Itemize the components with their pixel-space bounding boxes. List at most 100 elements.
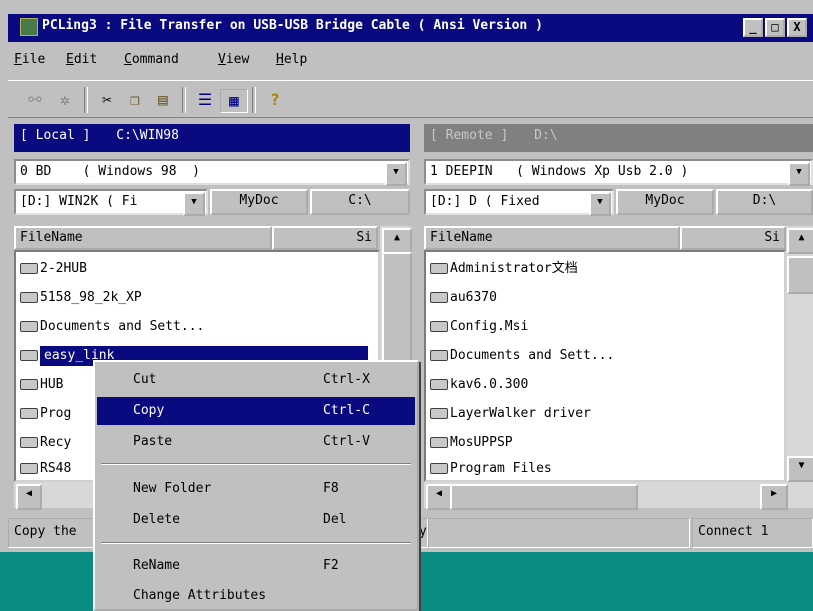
remote-computer-value: 1 DEEPIN ( Windows Xp Usb 2.0 ) xyxy=(430,164,689,179)
remote-path: D:\ xyxy=(534,128,558,143)
scroll-right-icon[interactable]: ▶ xyxy=(760,484,788,510)
scroll-thumb[interactable] xyxy=(382,252,412,366)
status-panel xyxy=(428,518,690,548)
list-item[interactable]: Documents and Sett... xyxy=(430,345,614,367)
remote-root-button[interactable]: D:\ xyxy=(716,189,813,215)
toolbar-separator xyxy=(252,87,256,113)
scroll-left-icon[interactable]: ◀ xyxy=(426,484,452,510)
list-item[interactable]: RS48 xyxy=(20,458,71,480)
drive-icon xyxy=(20,263,38,274)
local-drive-select[interactable]: [D:] WIN2K ( Fi ▼ xyxy=(14,189,208,216)
connect-icon[interactable]: ⚯ xyxy=(22,89,48,111)
close-button[interactable]: X xyxy=(787,18,807,37)
drive-icon xyxy=(430,379,448,390)
list-item[interactable]: LayerWalker driver xyxy=(430,403,591,425)
toolbar: ⚯ ✲ ✂ ❐ ▤ ☰ ▦ ? xyxy=(8,80,813,118)
scroll-up-icon[interactable]: ▲ xyxy=(382,228,412,254)
list-item[interactable]: 2-2HUB xyxy=(20,258,87,280)
paste-icon[interactable]: ▤ xyxy=(150,89,176,111)
cut-icon[interactable]: ✂ xyxy=(94,89,120,111)
local-path: C:\WIN98 xyxy=(116,128,179,143)
remote-computer-select[interactable]: 1 DEEPIN ( Windows Xp Usb 2.0 ) ▼ xyxy=(424,159,813,186)
drive-icon xyxy=(430,408,448,419)
scroll-thumb[interactable] xyxy=(450,484,638,510)
remote-file-list[interactable]: Administrator文档 au6370 Config.Msi Docume… xyxy=(424,250,786,482)
list-item[interactable]: Prog xyxy=(20,403,71,425)
local-root-button[interactable]: C:\ xyxy=(310,189,410,215)
list-item[interactable]: Documents and Sett... xyxy=(20,316,204,338)
context-menu: Cut Ctrl-X Copy Ctrl-C Paste Ctrl-V New … xyxy=(93,360,419,611)
list-view-icon[interactable]: ☰ xyxy=(192,89,218,111)
menu-file[interactable]: File xyxy=(14,52,45,67)
local-col-filename[interactable]: FileName xyxy=(14,226,272,250)
drive-icon xyxy=(430,350,448,361)
title-bar[interactable]: PCLing3 : File Transfer on USB-USB Bridg… xyxy=(8,14,813,42)
list-item[interactable]: Administrator文档 xyxy=(430,258,578,280)
menu-item-delete[interactable]: Delete Del xyxy=(97,506,415,534)
menu-command[interactable]: Command xyxy=(124,52,179,67)
drive-icon xyxy=(430,463,448,474)
app-icon[interactable] xyxy=(20,18,38,36)
drive-icon xyxy=(430,263,448,274)
settings-icon[interactable]: ✲ xyxy=(52,89,78,111)
menu-item-rename[interactable]: ReName F2 xyxy=(97,552,415,580)
chevron-down-icon[interactable]: ▼ xyxy=(385,162,407,186)
drive-icon xyxy=(430,321,448,332)
local-computer-value: 0 BD ( Windows 98 ) xyxy=(20,164,201,179)
details-view-icon[interactable]: ▦ xyxy=(220,89,248,113)
drive-icon xyxy=(20,321,38,332)
drive-icon xyxy=(430,292,448,303)
menu-help[interactable]: Help xyxy=(276,52,307,67)
menu-bar: File Edit Command View Help xyxy=(8,46,813,74)
copy-icon[interactable]: ❐ xyxy=(122,89,148,111)
remote-horizontal-scrollbar[interactable]: ◀ ▶ xyxy=(424,482,813,510)
scroll-up-icon[interactable]: ▲ xyxy=(787,228,813,254)
local-mydoc-button[interactable]: MyDoc xyxy=(210,189,308,215)
menu-item-cut[interactable]: Cut Ctrl-X xyxy=(97,366,415,394)
maximize-button[interactable]: □ xyxy=(765,18,785,37)
local-computer-select[interactable]: 0 BD ( Windows 98 ) ▼ xyxy=(14,159,410,186)
help-icon[interactable]: ? xyxy=(262,89,288,111)
list-item[interactable]: Program Files xyxy=(430,458,552,480)
remote-col-filename[interactable]: FileName xyxy=(424,226,680,250)
drive-icon xyxy=(20,408,38,419)
remote-vertical-scrollbar[interactable]: ▲ ▼ xyxy=(786,226,813,482)
remote-tag: [ Remote ] xyxy=(430,128,509,143)
local-col-size[interactable]: Si xyxy=(272,226,378,250)
scroll-thumb[interactable] xyxy=(787,256,813,294)
toolbar-separator xyxy=(182,87,186,113)
remote-mydoc-button[interactable]: MyDoc xyxy=(616,189,714,215)
list-item[interactable]: Config.Msi xyxy=(430,316,528,338)
chevron-down-icon[interactable]: ▼ xyxy=(788,162,810,186)
list-item[interactable]: au6370 xyxy=(430,287,497,309)
minimize-button[interactable]: _ xyxy=(743,18,763,37)
list-item[interactable]: 5158_98_2k_XP xyxy=(20,287,142,309)
menu-separator xyxy=(101,542,411,544)
local-drive-value: [D:] WIN2K ( Fi xyxy=(20,194,138,209)
list-item[interactable]: Recy xyxy=(20,432,71,454)
drive-icon xyxy=(20,463,38,474)
local-tag: [ Local ] xyxy=(20,128,91,143)
window-title: PCLing3 : File Transfer on USB-USB Bridg… xyxy=(42,18,543,33)
menu-view[interactable]: View xyxy=(218,52,249,67)
remote-panel-header[interactable]: [ Remote ] D:\ xyxy=(424,124,813,152)
remote-col-size[interactable]: Si xyxy=(680,226,786,250)
drive-icon xyxy=(20,350,38,361)
menu-item-change-attributes[interactable]: Change Attributes xyxy=(97,582,415,610)
menu-item-new-folder[interactable]: New Folder F8 xyxy=(97,475,415,503)
list-item[interactable]: kav6.0.300 xyxy=(430,374,528,396)
scroll-left-icon[interactable]: ◀ xyxy=(16,484,42,510)
menu-edit[interactable]: Edit xyxy=(66,52,97,67)
chevron-down-icon[interactable]: ▼ xyxy=(589,192,611,216)
chevron-down-icon[interactable]: ▼ xyxy=(183,192,205,216)
local-panel-header[interactable]: [ Local ] C:\WIN98 xyxy=(14,124,410,152)
remote-drive-value: [D:] D ( Fixed xyxy=(430,194,540,209)
list-item[interactable]: HUB xyxy=(20,374,63,396)
drive-icon xyxy=(20,379,38,390)
connection-status: Connect 1 xyxy=(692,518,813,548)
scroll-down-icon[interactable]: ▼ xyxy=(787,456,813,482)
menu-item-copy[interactable]: Copy Ctrl-C xyxy=(97,397,415,425)
list-item[interactable]: MosUPPSP xyxy=(430,432,513,454)
menu-item-paste[interactable]: Paste Ctrl-V xyxy=(97,428,415,456)
remote-drive-select[interactable]: [D:] D ( Fixed ▼ xyxy=(424,189,614,216)
